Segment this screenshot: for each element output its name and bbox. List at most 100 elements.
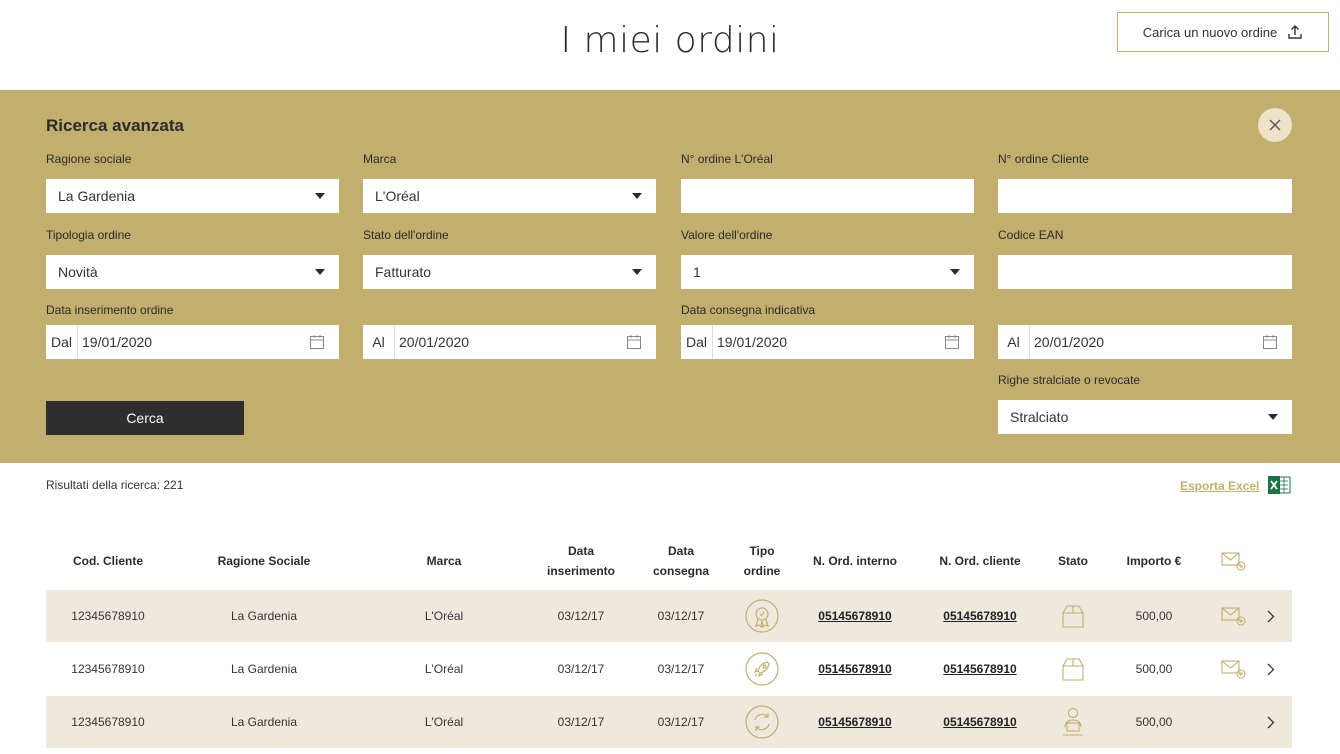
marca-label: Marca	[363, 152, 397, 166]
cell-marca: L'Oréal	[424, 715, 464, 729]
n-ordine-loreal-input[interactable]	[681, 179, 974, 213]
upload-icon	[1288, 25, 1302, 39]
cell-data-consegna: 03/12/17	[657, 609, 705, 623]
cell-n-ord-cliente[interactable]: 05145678910	[930, 590, 1030, 642]
cell-importo: 500,00	[1135, 662, 1173, 676]
col-ragione-sociale[interactable]: Ragione Sociale	[186, 536, 342, 586]
rocket-icon	[732, 643, 792, 695]
delivery-person-icon	[1048, 696, 1098, 748]
marca-value: L'Oréal	[375, 188, 420, 204]
calendar-icon[interactable]	[626, 334, 642, 350]
date-from-prefix: Dal	[46, 325, 78, 359]
cell-cod-cliente: 12345678910	[71, 609, 145, 623]
col-n-ord-cliente[interactable]: N. Ord. cliente	[930, 536, 1030, 586]
data-inserimento-to-value: 20/01/2020	[399, 334, 470, 350]
tipologia-label: Tipologia ordine	[46, 228, 131, 242]
cell-n-ord-cliente[interactable]: 05145678910	[930, 643, 1030, 695]
cell-cod-cliente: 12345678910	[71, 662, 145, 676]
data-consegna-label: Data consegna indicativa	[681, 303, 816, 317]
ragione-sociale-value: La Gardenia	[58, 188, 136, 204]
ragione-sociale-select[interactable]: La Gardenia	[46, 179, 339, 213]
ean-label: Codice EAN	[998, 228, 1064, 242]
open-box-icon	[1048, 590, 1098, 642]
chevron-down-icon	[1268, 414, 1278, 420]
calendar-icon[interactable]	[944, 334, 960, 350]
n-ordine-cliente-input[interactable]	[998, 179, 1292, 213]
data-consegna-from-input[interactable]: Dal 19/01/2020	[681, 325, 974, 359]
close-search-button[interactable]	[1258, 108, 1292, 142]
data-inserimento-to-input[interactable]: Al 20/01/2020	[363, 325, 656, 359]
stato-select[interactable]: Fatturato	[363, 255, 656, 289]
marca-select[interactable]: L'Oréal	[363, 179, 656, 213]
cell-ragione-sociale: La Gardenia	[230, 609, 298, 623]
upload-order-label: Carica un nuovo ordine	[1142, 24, 1278, 40]
cell-n-ord-interno[interactable]: 05145678910	[804, 643, 906, 695]
data-consegna-to-input[interactable]: Al 20/01/2020	[998, 325, 1292, 359]
cell-data-inserimento: 03/12/17	[557, 715, 605, 729]
data-consegna-from-value: 19/01/2020	[717, 334, 788, 350]
chevron-down-icon	[315, 193, 325, 199]
col-data-consegna-line1: Data	[667, 544, 694, 558]
valore-select[interactable]: 1	[681, 255, 974, 289]
data-consegna-to-value: 20/01/2020	[1034, 334, 1105, 350]
col-cod-cliente[interactable]: Cod. Cliente	[46, 536, 170, 586]
righe-value: Stralciato	[1010, 409, 1069, 425]
date-to-prefix: Al	[998, 325, 1030, 359]
cell-data-consegna: 03/12/17	[657, 715, 705, 729]
righe-select[interactable]: Stralciato	[998, 400, 1292, 434]
righe-label: Righe stralciate o revocate	[998, 373, 1141, 387]
chevron-down-icon	[315, 269, 325, 275]
data-inserimento-from-value: 19/01/2020	[82, 334, 153, 350]
table-row[interactable]: 12345678910 La Gardenia L'Oréal 03/12/17 03/…	[46, 643, 1292, 695]
cell-data-consegna: 03/12/17	[657, 662, 705, 676]
mail-icon[interactable]	[1220, 643, 1248, 695]
calendar-icon[interactable]	[1262, 334, 1278, 350]
ean-input[interactable]	[998, 255, 1292, 289]
col-tipo-ordine[interactable]: Tipo ordine	[732, 536, 792, 586]
close-icon	[1269, 119, 1281, 131]
col-data-inserimento-line2: inserimento	[546, 564, 615, 578]
col-stato[interactable]: Stato	[1048, 536, 1098, 586]
table-row[interactable]: 12345678910 La Gardenia L'Oréal 03/12/17 03/…	[46, 696, 1292, 748]
mail-icon[interactable]	[1220, 590, 1248, 642]
col-data-consegna-line2: consegna	[652, 564, 709, 578]
cell-importo: 500,00	[1135, 715, 1173, 729]
chevron-right-icon[interactable]	[1260, 590, 1282, 642]
calendar-icon[interactable]	[309, 334, 325, 350]
data-inserimento-from-input[interactable]: Dal 19/01/2020	[46, 325, 339, 359]
col-tipo-ordine-line1: Tipo	[749, 544, 775, 558]
search-button[interactable]: Cerca	[46, 401, 244, 435]
chevron-down-icon	[632, 193, 642, 199]
col-marca[interactable]: Marca	[386, 536, 502, 586]
ragione-sociale-label: Ragione sociale	[46, 152, 132, 166]
upload-order-button[interactable]: Carica un nuovo ordine	[1117, 12, 1329, 52]
chevron-right-icon[interactable]	[1260, 696, 1282, 748]
col-importo[interactable]: Importo €	[1116, 536, 1192, 586]
cell-data-inserimento: 03/12/17	[557, 609, 605, 623]
cell-ragione-sociale: La Gardenia	[230, 715, 298, 729]
col-data-consegna[interactable]: Data consegna	[636, 536, 726, 586]
excel-icon[interactable]	[1267, 475, 1291, 495]
results-count: Risultati della ricerca: 221	[46, 478, 184, 492]
tipologia-select[interactable]: Novità	[46, 255, 339, 289]
cell-n-ord-cliente[interactable]: 05145678910	[930, 696, 1030, 748]
cell-n-ord-interno[interactable]: 05145678910	[804, 696, 906, 748]
cell-ragione-sociale: La Gardenia	[230, 662, 298, 676]
n-ordine-loreal-label: N° ordine L'Oréal	[681, 152, 773, 166]
mail-icon	[1221, 552, 1246, 571]
cell-n-ord-interno[interactable]: 05145678910	[804, 590, 906, 642]
export-excel-link[interactable]: Esporta Excel	[1180, 479, 1259, 493]
advanced-search-panel: Ricerca avanzata Ragione sociale Marca N…	[0, 90, 1340, 463]
stato-label: Stato dell'ordine	[363, 228, 449, 242]
badge-icon	[732, 590, 792, 642]
col-n-ord-interno[interactable]: N. Ord. interno	[804, 536, 906, 586]
table-row[interactable]: 12345678910 La Gardenia L'Oréal 03/12/17 03/…	[46, 590, 1292, 642]
col-data-inserimento[interactable]: Data inserimento	[536, 536, 626, 586]
advanced-search-title: Ricerca avanzata	[46, 116, 184, 135]
n-ordine-cliente-label: N° ordine Cliente	[998, 152, 1089, 166]
stato-value: Fatturato	[375, 264, 432, 280]
open-box-icon	[1048, 643, 1098, 695]
chevron-right-icon[interactable]	[1260, 643, 1282, 695]
data-inserimento-label: Data inserimento ordine	[46, 303, 174, 317]
col-data-inserimento-line1: Data	[567, 544, 594, 558]
